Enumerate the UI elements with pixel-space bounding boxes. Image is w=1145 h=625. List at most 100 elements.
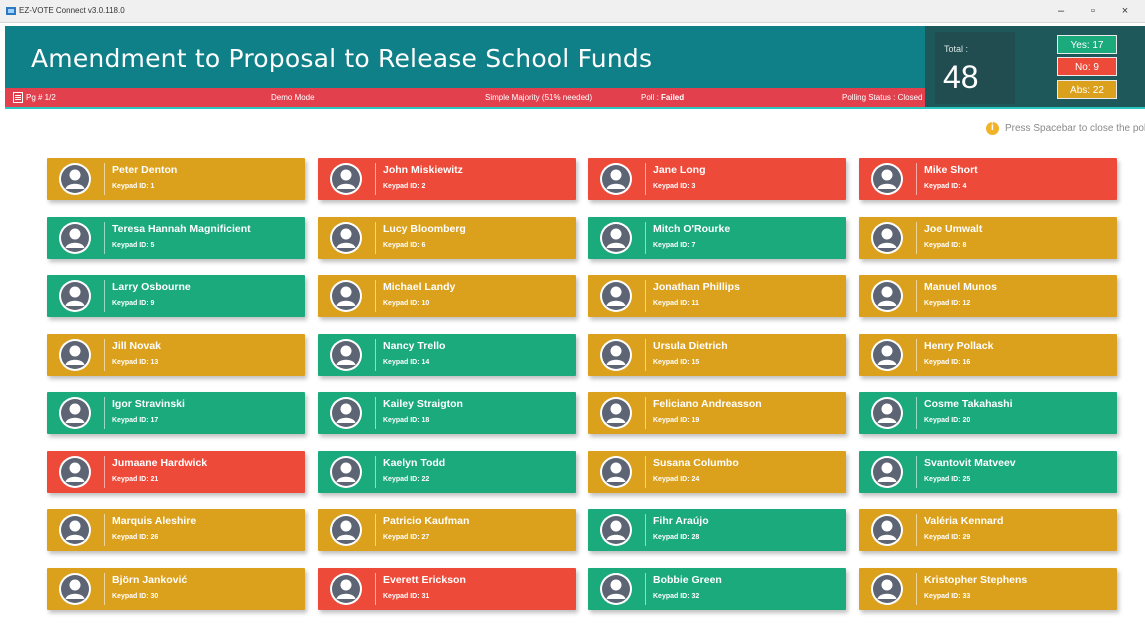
voter-card[interactable]: Ursula Dietrich Keypad ID: 15 — [588, 333, 846, 376]
card-divider — [916, 163, 917, 195]
voter-card[interactable]: Björn Janković Keypad ID: 30 — [47, 567, 305, 610]
avatar-icon — [871, 221, 903, 254]
card-divider — [375, 514, 376, 546]
voter-card[interactable]: Jill Novak Keypad ID: 13 — [47, 333, 305, 376]
keypad-id: Keypad ID: 30 — [112, 592, 159, 600]
voter-name: Mike Short — [924, 164, 978, 176]
voter-card[interactable]: Henry Pollack Keypad ID: 16 — [859, 333, 1117, 376]
voter-name: Nancy Trello — [383, 339, 446, 352]
window-titlebar: EZ-VOTE Connect v3.0.118.0 – ▫ × — [0, 0, 1145, 23]
voter-card[interactable]: Joe Umwalt Keypad ID: 8 — [859, 216, 1117, 259]
voter-card[interactable]: Patricio Kaufman Keypad ID: 27 — [318, 509, 576, 551]
keypad-id: Keypad ID: 28 — [653, 534, 700, 541]
avatar-icon — [871, 163, 903, 195]
voter-card[interactable]: Bobbie Green Keypad ID: 32 — [588, 567, 846, 610]
voter-card[interactable]: Svantovit Matveev Keypad ID: 25 — [859, 450, 1117, 493]
poll-result-value: Failed — [661, 93, 685, 102]
voter-card[interactable]: Feliciano Andreasson Keypad ID: 19 — [588, 392, 846, 434]
card-divider — [645, 221, 646, 254]
page-indicator: Pg # 1/2 — [26, 93, 56, 102]
card-divider — [916, 338, 917, 371]
voter-card[interactable]: Manuel Munos Keypad ID: 12 — [859, 275, 1117, 317]
majority-rule: Simple Majority (51% needed) — [485, 93, 593, 102]
keypad-id: Keypad ID: 19 — [653, 417, 700, 424]
card-divider — [375, 572, 376, 605]
voter-card[interactable]: Everett Erickson Keypad ID: 31 — [318, 567, 576, 610]
voter-card[interactable]: Mitch O'Rourke Keypad ID: 7 — [588, 216, 846, 259]
avatar-icon — [600, 514, 632, 546]
keypad-id: Keypad ID: 13 — [112, 358, 159, 366]
minimize-button[interactable]: – — [1046, 2, 1076, 20]
voter-name: Marquis Aleshire — [112, 515, 197, 527]
voter-card[interactable]: Kristopher Stephens Keypad ID: 33 — [859, 567, 1117, 610]
voter-card[interactable]: Kaelyn Todd Keypad ID: 22 — [318, 450, 576, 493]
voter-card[interactable]: Susana Columbo Keypad ID: 24 — [588, 450, 846, 493]
total-count: 48 — [943, 59, 979, 95]
voter-name: Kailey Straigton — [383, 398, 463, 410]
info-icon — [986, 122, 999, 135]
voter-card[interactable]: Lucy Bloomberg Keypad ID: 6 — [318, 216, 576, 259]
page-icon — [13, 92, 23, 103]
avatar-icon — [59, 572, 91, 605]
voter-card[interactable]: Valéria Kennard Keypad ID: 29 — [859, 509, 1117, 551]
voter-name: Feliciano Andreasson — [653, 398, 762, 410]
keypad-id: Keypad ID: 24 — [653, 475, 700, 483]
card-divider — [645, 514, 646, 546]
voter-card[interactable]: Cosme Takahashi Keypad ID: 20 — [859, 392, 1117, 434]
card-divider — [375, 221, 376, 254]
card-divider — [104, 221, 105, 254]
voter-card[interactable]: Igor Stravinski Keypad ID: 17 — [47, 392, 305, 434]
card-divider — [916, 572, 917, 605]
voter-name: Teresa Hannah Magnificient — [112, 222, 251, 235]
voter-card[interactable]: Marquis Aleshire Keypad ID: 26 — [47, 509, 305, 551]
avatar-icon — [871, 338, 903, 371]
card-divider — [104, 338, 105, 371]
card-divider — [645, 572, 646, 605]
voter-name: Susana Columbo — [653, 456, 739, 469]
voter-card[interactable]: Michael Landy Keypad ID: 10 — [318, 275, 576, 317]
voter-card[interactable]: Nancy Trello Keypad ID: 14 — [318, 333, 576, 376]
card-divider — [104, 455, 105, 488]
voter-card[interactable]: Teresa Hannah Magnificient Keypad ID: 5 — [47, 216, 305, 259]
avatar-icon — [330, 572, 362, 605]
keypad-id: Keypad ID: 16 — [924, 358, 971, 366]
card-divider — [645, 163, 646, 195]
avatar-icon — [600, 163, 632, 195]
voter-card[interactable]: Mike Short Keypad ID: 4 — [859, 158, 1117, 200]
poll-result-label: Poll : — [641, 93, 662, 102]
voter-card[interactable]: John Miskiewitz Keypad ID: 2 — [318, 158, 576, 200]
voter-card[interactable]: Larry Osbourne Keypad ID: 9 — [47, 275, 305, 317]
keypad-id: Keypad ID: 4 — [924, 183, 967, 190]
close-button[interactable]: × — [1110, 2, 1140, 20]
voter-card[interactable]: Jane Long Keypad ID: 3 — [588, 158, 846, 200]
hint-text: Press Spacebar to close the poll — [1005, 123, 1145, 134]
voter-name: Michael Landy — [383, 281, 456, 293]
avatar-icon — [59, 514, 91, 546]
polling-status: Polling Status : Closed — [842, 93, 923, 102]
keypad-id: Keypad ID: 33 — [924, 592, 971, 600]
keypad-id: Keypad ID: 25 — [924, 475, 971, 483]
restore-button[interactable]: ▫ — [1078, 2, 1108, 20]
voter-name: Jane Long — [653, 164, 706, 176]
voter-name: Larry Osbourne — [112, 281, 191, 293]
avatar-icon — [59, 338, 91, 371]
voter-card[interactable]: Fihr Araújo Keypad ID: 28 — [588, 509, 846, 551]
voter-card[interactable]: Peter Denton Keypad ID: 1 — [47, 158, 305, 200]
card-divider — [645, 338, 646, 371]
avatar-icon — [871, 397, 903, 429]
voter-card[interactable]: Kailey Straigton Keypad ID: 18 — [318, 392, 576, 434]
abstain-count-badge: Abs: 22 — [1057, 80, 1117, 99]
voter-name: Ursula Dietrich — [653, 339, 728, 352]
card-divider — [104, 572, 105, 605]
voter-name: Igor Stravinski — [112, 398, 185, 410]
voter-card[interactable]: Jumaane Hardwick Keypad ID: 21 — [47, 450, 305, 493]
avatar-icon — [330, 163, 362, 195]
keypad-id: Keypad ID: 29 — [924, 534, 971, 541]
voter-name: Jumaane Hardwick — [112, 456, 208, 469]
avatar-icon — [871, 280, 903, 312]
keypad-id: Keypad ID: 11 — [653, 300, 699, 307]
keypad-id: Keypad ID: 20 — [924, 417, 971, 424]
card-divider — [375, 280, 376, 312]
avatar-icon — [59, 163, 91, 195]
voter-card[interactable]: Jonathan Phillips Keypad ID: 11 — [588, 275, 846, 317]
